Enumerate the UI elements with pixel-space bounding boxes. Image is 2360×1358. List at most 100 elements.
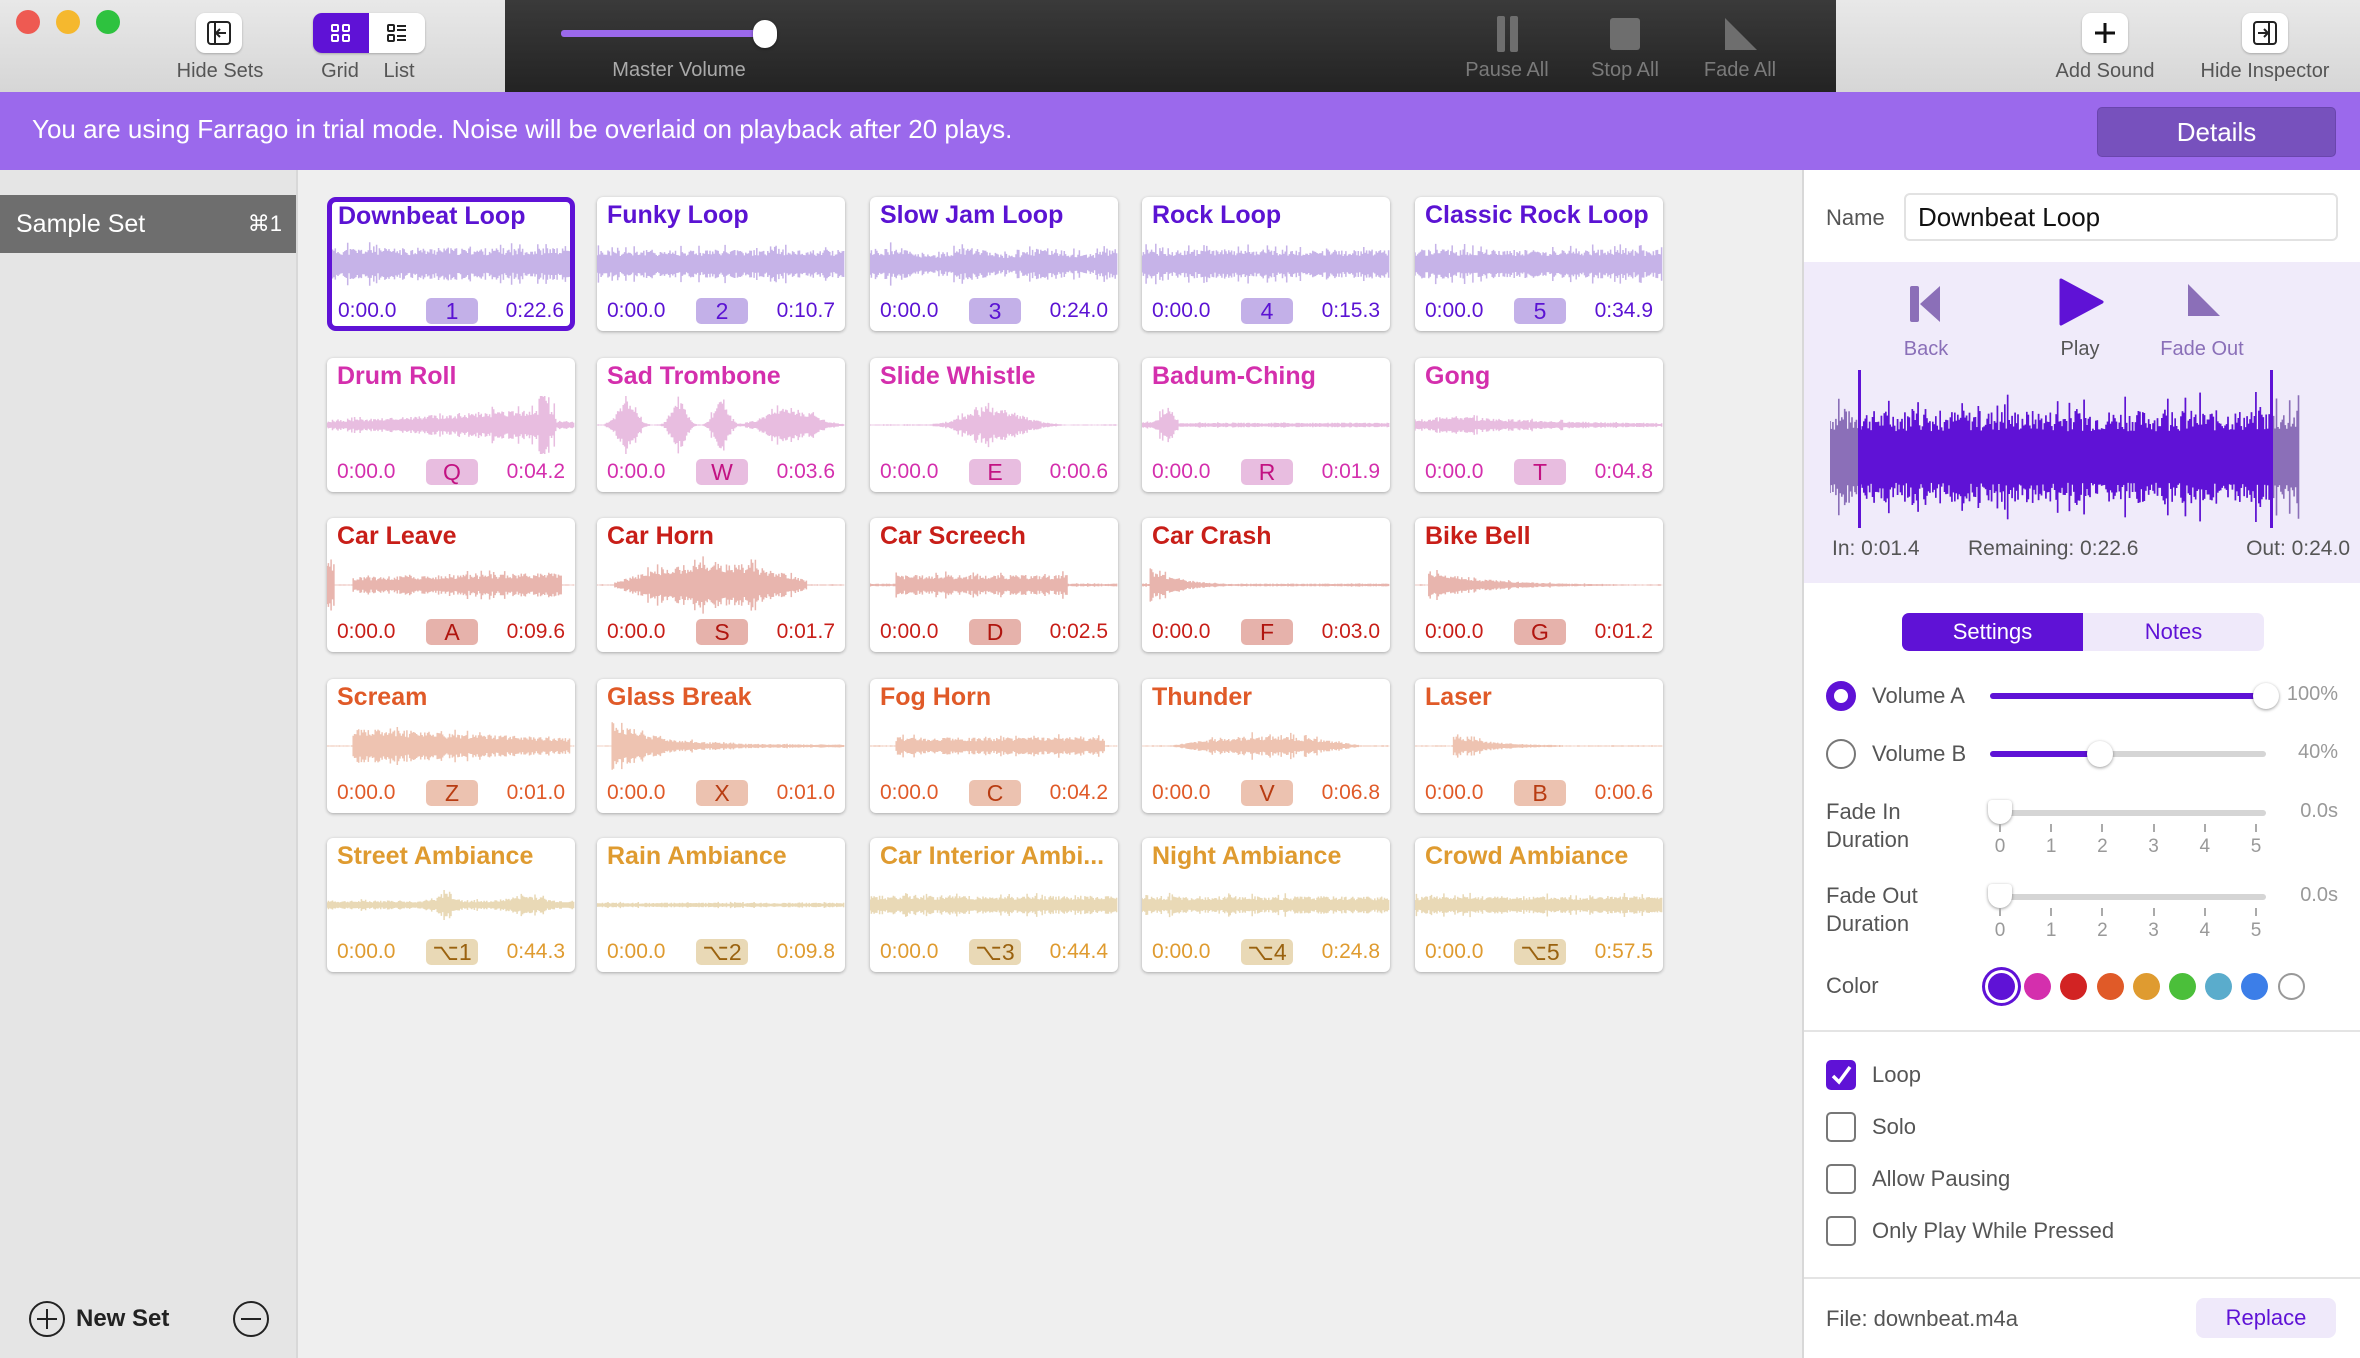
replace-file-button[interactable]: Replace (2196, 1298, 2336, 1338)
tick-mark (2101, 824, 2104, 832)
waveform-path (327, 396, 575, 454)
sound-title: Downbeat Loop (338, 202, 526, 230)
in-point-marker[interactable] (1858, 370, 1861, 528)
color-swatch[interactable] (2060, 973, 2088, 1000)
close-window-button[interactable] (16, 10, 40, 34)
sound-hotkey-badge: Q (426, 459, 478, 485)
stop-all-button[interactable] (1608, 16, 1642, 52)
volume-b-radio[interactable] (1826, 739, 1856, 769)
set-name: Sample Set (16, 209, 146, 238)
color-swatch[interactable] (2277, 973, 2305, 1000)
list-view-button[interactable] (369, 13, 425, 53)
sound-card[interactable]: Thunder 0:00.0 V 0:06.8 (1142, 679, 1390, 813)
remove-set-button[interactable] (232, 1300, 270, 1343)
sound-card[interactable]: Bike Bell 0:00.0 G 0:01.2 (1415, 518, 1663, 652)
color-swatch[interactable] (2169, 973, 2196, 1000)
sound-hotkey-badge: ⌥3 (969, 939, 1021, 965)
fade-out-knob[interactable] (1988, 884, 2012, 908)
sound-card[interactable]: Drum Roll 0:00.0 Q 0:04.2 (327, 358, 575, 492)
sound-start-time: 0:00.0 (1425, 299, 1484, 322)
volume-a-value: 100% (2286, 683, 2338, 705)
sound-title: Drum Roll (337, 362, 457, 390)
play-button[interactable] (2056, 276, 2106, 328)
sound-card[interactable]: Downbeat Loop 0:00.0 1 0:22.6 (327, 197, 575, 331)
fade-out-button[interactable] (2184, 280, 2224, 320)
option-checkbox-row[interactable]: Loop (1826, 1060, 1921, 1090)
color-swatch[interactable] (2241, 973, 2269, 1000)
sound-title: Crowd Ambiance (1425, 842, 1629, 870)
option-checkbox-row[interactable]: Allow Pausing (1826, 1164, 2010, 1194)
new-set-button[interactable]: New Set (28, 1300, 169, 1338)
sound-hotkey-badge: C (969, 780, 1021, 806)
master-volume-knob[interactable] (753, 20, 778, 48)
sound-card[interactable]: Car Leave 0:00.0 A 0:09.6 (327, 518, 575, 652)
details-button[interactable]: Details (2097, 107, 2336, 157)
hide-inspector-button[interactable] (2242, 13, 2288, 53)
sound-card[interactable]: Sad Trombone 0:00.0 W 0:03.6 (597, 358, 845, 492)
sound-end-time: 0:10.7 (776, 299, 835, 322)
sound-title: Car Horn (607, 522, 714, 550)
sound-card[interactable]: Car Interior Ambi... 0:00.0 ⌥3 0:44.4 (870, 838, 1118, 972)
sound-card[interactable]: Night Ambiance 0:00.0 ⌥4 0:24.8 (1142, 838, 1390, 972)
sound-hotkey-badge: ⌥4 (1241, 939, 1293, 965)
fade-all-button[interactable] (1723, 16, 1759, 52)
out-point-marker[interactable] (2270, 370, 2273, 528)
sound-card[interactable]: Badum-Ching 0:00.0 R 0:01.9 (1142, 358, 1390, 492)
fade-in-knob[interactable] (1988, 800, 2012, 824)
volume-a-slider[interactable] (1990, 683, 2279, 709)
color-swatch[interactable] (2132, 973, 2160, 1000)
checkbox[interactable] (1826, 1112, 1856, 1142)
volume-a-radio[interactable] (1826, 681, 1856, 711)
sound-card[interactable]: Car Crash 0:00.0 F 0:03.0 (1142, 518, 1390, 652)
pause-all-button[interactable] (1493, 14, 1523, 54)
zoom-window-button[interactable] (96, 10, 120, 34)
tab-settings[interactable]: Settings (1902, 613, 2083, 651)
waveform-path (1415, 243, 1663, 285)
sound-card[interactable]: Glass Break 0:00.0 X 0:01.0 (597, 679, 845, 813)
color-swatch[interactable] (1988, 973, 2015, 1000)
sound-name-input[interactable] (1904, 193, 2338, 241)
minimize-window-button[interactable] (56, 10, 80, 34)
option-checkbox-row[interactable]: Solo (1826, 1112, 1916, 1142)
waveform-thumbnail (870, 734, 1118, 758)
add-sound-button[interactable] (2082, 13, 2128, 53)
checkbox[interactable] (1826, 1164, 1856, 1194)
master-volume-slider[interactable] (561, 20, 778, 48)
sound-card[interactable]: Rock Loop 0:00.0 4 0:15.3 (1142, 197, 1390, 331)
sound-hotkey-badge: Z (426, 780, 478, 806)
set-item-sample-set[interactable]: Sample Set ⌘1 (0, 195, 296, 253)
grid-label: Grid (321, 60, 359, 82)
sound-card[interactable]: Car Horn 0:00.0 S 0:01.7 (597, 518, 845, 652)
color-swatch[interactable] (2205, 973, 2233, 1000)
checkbox[interactable] (1826, 1216, 1856, 1246)
sound-card[interactable]: Rain Ambiance 0:00.0 ⌥2 0:09.8 (597, 838, 845, 972)
waveform-thumbnail (1142, 892, 1390, 918)
fade-out-slider[interactable] (1988, 884, 2266, 908)
back-button[interactable] (1906, 282, 1946, 332)
sound-card[interactable]: Fog Horn 0:00.0 C 0:04.2 (870, 679, 1118, 813)
sound-card[interactable]: Car Screech 0:00.0 D 0:02.5 (870, 518, 1118, 652)
grid-view-button[interactable] (313, 13, 369, 53)
volume-b-knob[interactable] (2087, 741, 2114, 767)
fade-in-slider[interactable] (1988, 800, 2266, 824)
sound-card[interactable]: Gong 0:00.0 T 0:04.8 (1415, 358, 1663, 492)
sound-card[interactable]: Street Ambiance 0:00.0 ⌥1 0:44.3 (327, 838, 575, 972)
waveform-editor[interactable] (1830, 372, 2300, 542)
tab-notes[interactable]: Notes (2083, 613, 2264, 651)
checkbox[interactable] (1826, 1060, 1856, 1090)
sound-title: Glass Break (607, 683, 752, 711)
hide-sets-button[interactable] (196, 13, 242, 53)
sound-card[interactable]: Funky Loop 0:00.0 2 0:10.7 (597, 197, 845, 331)
sound-card[interactable]: Scream 0:00.0 Z 0:01.0 (327, 679, 575, 813)
option-checkbox-row[interactable]: Only Play While Pressed (1826, 1216, 2114, 1246)
sound-card[interactable]: Slow Jam Loop 0:00.0 3 0:24.0 (870, 197, 1118, 331)
sound-card[interactable]: Slide Whistle 0:00.0 E 0:00.6 (870, 358, 1118, 492)
sound-card[interactable]: Classic Rock Loop 0:00.0 5 0:34.9 (1415, 197, 1663, 331)
color-swatch[interactable] (2096, 973, 2124, 1000)
color-swatch[interactable] (2024, 973, 2052, 1000)
stop-all-label: Stop All (1591, 59, 1659, 81)
sound-card[interactable]: Crowd Ambiance 0:00.0 ⌥5 0:57.5 (1415, 838, 1663, 972)
volume-b-slider[interactable] (1990, 741, 2266, 767)
waveform-thumbnail (1142, 732, 1390, 760)
sound-card[interactable]: Laser 0:00.0 B 0:00.6 (1415, 679, 1663, 813)
